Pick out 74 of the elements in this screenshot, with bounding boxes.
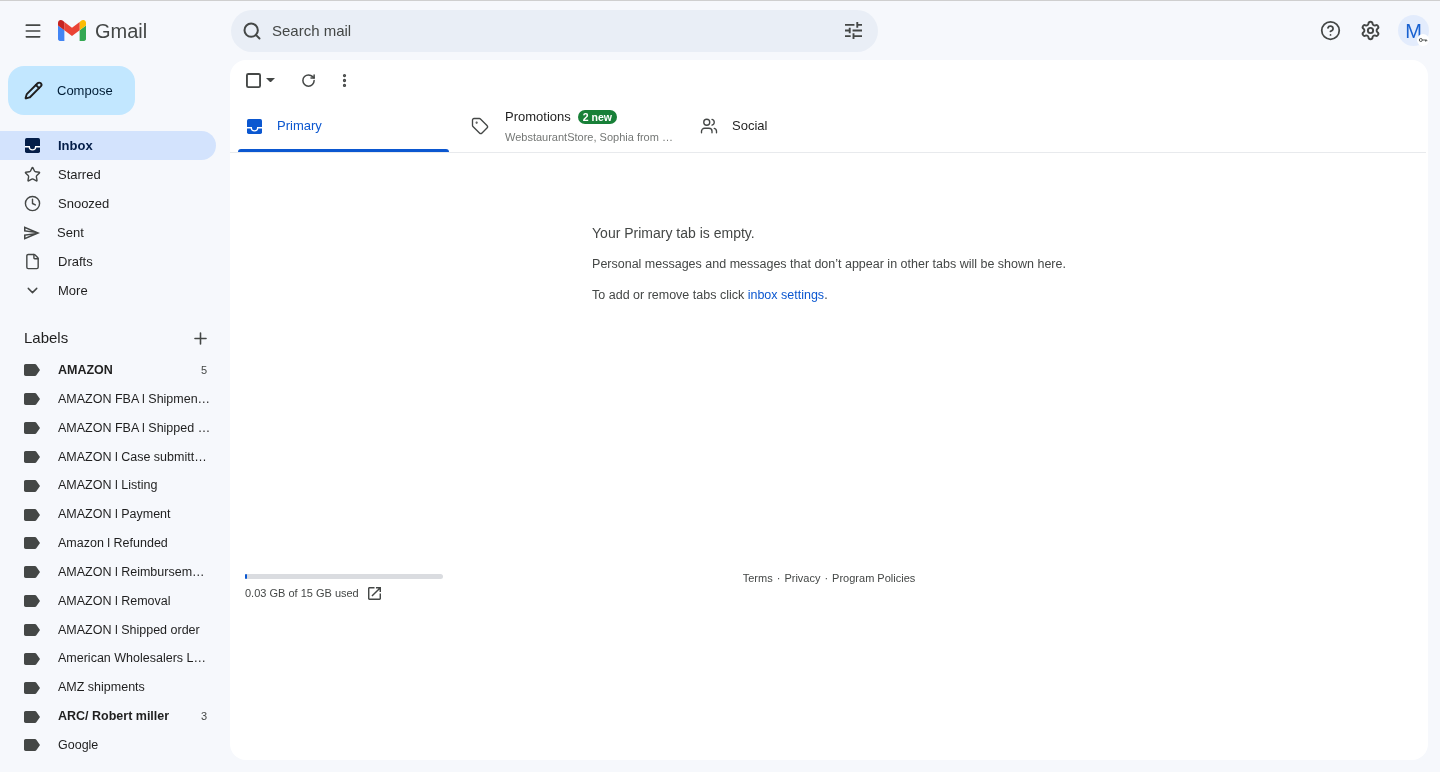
label-icon bbox=[24, 450, 40, 463]
label-item[interactable]: AMAZON FBA l Shipped … bbox=[0, 413, 216, 443]
m-logo-icon[interactable] bbox=[58, 20, 86, 41]
empty-state-title: Your Primary tab is empty. bbox=[592, 224, 755, 243]
label-item[interactable]: ARC/ Robert miller 3 bbox=[0, 702, 216, 731]
label-item[interactable]: AMAZON l Reimbursem… bbox=[0, 557, 216, 587]
nav-item[interactable]: Starred bbox=[0, 160, 216, 189]
label-item[interactable]: AMAZON l Payment bbox=[0, 500, 216, 530]
label-item[interactable]: AMAZON FBA l Shipmen… bbox=[0, 384, 216, 414]
nav-item[interactable]: Sent bbox=[0, 218, 216, 247]
unread-count: 3 bbox=[200, 709, 207, 725]
tabs-settings-hint: To add or remove tabs click inbox settings. bbox=[592, 287, 828, 304]
label-item[interactable]: American Wholesalers L… bbox=[0, 644, 216, 674]
label-icon bbox=[24, 681, 40, 694]
label-icon bbox=[24, 652, 40, 665]
footer-link[interactable]: Privacy bbox=[784, 571, 821, 585]
label-item[interactable]: Google bbox=[0, 730, 216, 760]
footer-link[interactable]: Terms bbox=[742, 571, 773, 585]
send-icon bbox=[24, 225, 40, 240]
unread-count: 5 bbox=[200, 363, 207, 379]
label-icon bbox=[24, 566, 40, 579]
tag-icon bbox=[471, 117, 489, 135]
inbox-icon bbox=[25, 138, 40, 153]
storage-usage: 0.03 GB of 15 GB used bbox=[245, 586, 359, 600]
nav-item[interactable]: Inbox bbox=[0, 131, 216, 160]
people-icon bbox=[700, 117, 718, 135]
label-icon bbox=[24, 710, 40, 723]
label-icon bbox=[24, 595, 40, 608]
label-item[interactable]: AMAZON l Shipped order bbox=[0, 615, 216, 645]
settings-icon[interactable] bbox=[1359, 20, 1381, 41]
label-icon bbox=[24, 393, 40, 406]
tab[interactable]: Promotions 2 new WebstaurantStore, Sophia from … bbox=[449, 100, 690, 152]
search-field[interactable]: Search mail bbox=[231, 9, 878, 52]
label-icon bbox=[24, 537, 40, 550]
label-icon bbox=[24, 508, 40, 521]
labels-heading: Labels bbox=[24, 327, 69, 348]
filter-sliders-icon[interactable] bbox=[844, 22, 862, 39]
footer-link[interactable]: Program Policies bbox=[832, 571, 916, 585]
nav-item[interactable]: More bbox=[0, 276, 216, 305]
nav-item[interactable]: Drafts bbox=[0, 247, 216, 276]
nav-item[interactable]: Snoozed bbox=[0, 189, 216, 218]
label-item[interactable]: AMZ shipments bbox=[0, 673, 216, 703]
label-item[interactable]: AMAZON l Removal bbox=[0, 586, 216, 616]
product-name: Gmail bbox=[95, 18, 148, 43]
external-link-icon[interactable] bbox=[367, 586, 381, 600]
help-icon[interactable] bbox=[1319, 20, 1341, 41]
link-separator: · bbox=[775, 571, 782, 585]
caret-icon[interactable] bbox=[266, 77, 275, 83]
tab[interactable]: Primary bbox=[238, 100, 449, 152]
document-icon bbox=[24, 253, 41, 270]
label-icon bbox=[24, 422, 40, 435]
new-count-badge: 2 new bbox=[577, 109, 617, 124]
message-preview: WebstaurantStore, Sophia from … bbox=[505, 129, 673, 145]
label-icon bbox=[24, 739, 40, 752]
label-item[interactable]: AMAZON l Listing bbox=[0, 471, 216, 501]
search-icon[interactable] bbox=[242, 20, 262, 41]
tab[interactable]: Social bbox=[690, 100, 901, 152]
inbox-icon bbox=[247, 118, 262, 134]
clock-icon bbox=[24, 195, 41, 212]
account-avatar[interactable]: M bbox=[1398, 15, 1429, 46]
label-item[interactable]: Amazon l Refunded bbox=[0, 529, 216, 558]
label-item[interactable]: AMAZON l Case submitt… bbox=[0, 442, 216, 472]
label-item[interactable]: AMAZON 5 bbox=[0, 356, 216, 385]
label-icon bbox=[24, 624, 40, 636]
label-icon bbox=[24, 364, 40, 377]
search-input[interactable]: Search mail bbox=[272, 15, 833, 46]
empty-state-message: Personal messages and messages that don’t appear in other tabs will be shown here. bbox=[592, 256, 1066, 273]
compose-button[interactable]: Compose bbox=[8, 66, 135, 115]
checkbox[interactable] bbox=[246, 72, 261, 88]
pencil-icon bbox=[24, 81, 43, 100]
label-icon bbox=[24, 479, 40, 492]
refresh-icon[interactable] bbox=[300, 72, 316, 88]
link-separator: · bbox=[823, 571, 830, 585]
star-icon bbox=[24, 166, 41, 183]
